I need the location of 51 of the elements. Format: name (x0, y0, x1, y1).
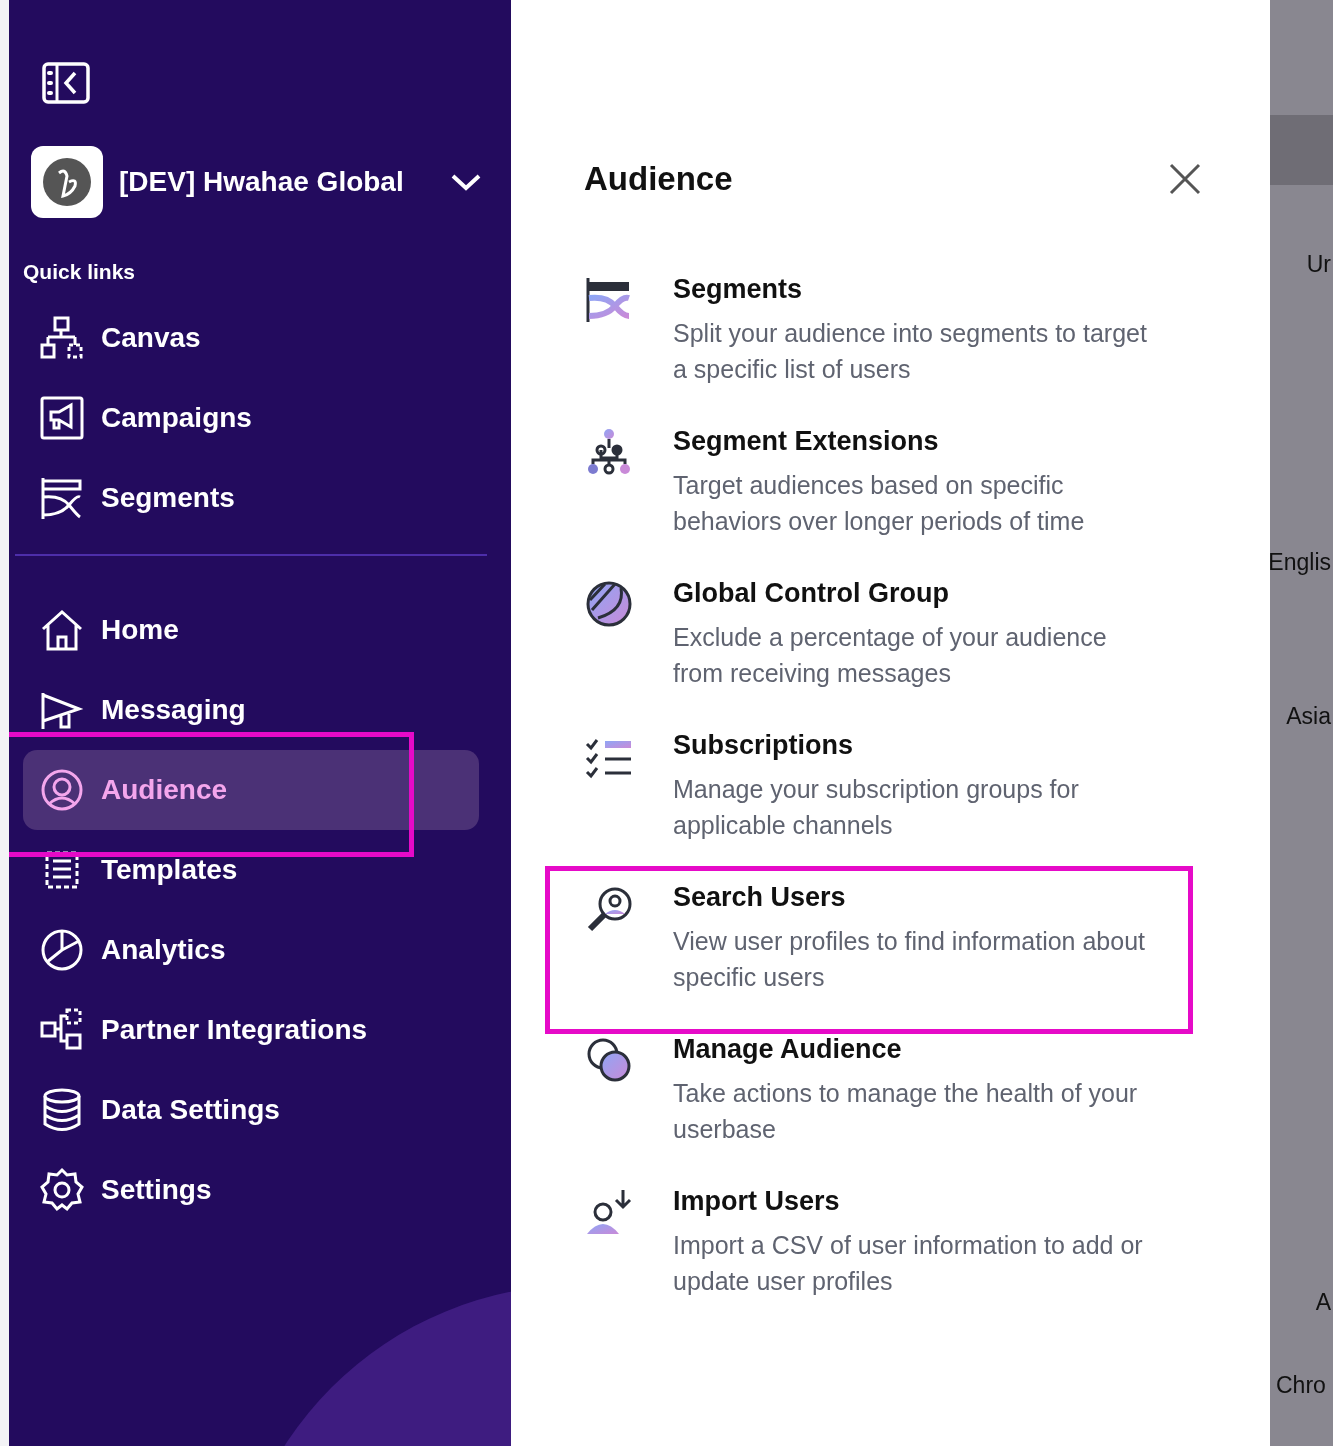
menu-item-description: Take actions to manage the health of your userbase (673, 1078, 1139, 1145)
menu-item-title: Segments (673, 274, 804, 305)
settings-icon (39, 1167, 85, 1213)
nav-item[interactable]: Settings (23, 1150, 479, 1230)
menu-item-description: Exclude a percentage of your audience from receiving messages (673, 622, 1108, 689)
workspace-logo (31, 146, 103, 218)
nav-item[interactable]: Data Settings (23, 1070, 479, 1150)
menu-item-description: Split your audience into segments to target a specific list of users (673, 318, 1148, 385)
page-text: Ur (1306, 250, 1331, 278)
chevron-down-icon[interactable] (449, 172, 482, 192)
quick-link[interactable]: Canvas (23, 298, 479, 378)
menu-item-description: View user profiles to find information about specific users (673, 926, 1147, 993)
page-text: Chro (1276, 1371, 1326, 1399)
quick-link[interactable]: Segments (23, 458, 479, 538)
page-text: Asia (1286, 702, 1331, 730)
menu-item-title: Subscriptions (673, 730, 855, 761)
nav-item[interactable]: Audience (23, 750, 479, 830)
panel-title: Audience (584, 160, 733, 198)
nav-item[interactable]: Messaging (23, 670, 479, 750)
home-icon (39, 607, 85, 653)
puzzle-blocks-icon (39, 1007, 85, 1053)
workspace-name[interactable]: [DEV] Hwahae Global (119, 166, 404, 198)
menu-item-description: Import a CSV of user information to add or update user profiles (673, 1230, 1144, 1297)
menu-item-description: Manage your subscription groups for applicable channels (673, 774, 1080, 841)
page-text: Englis (1270, 548, 1331, 576)
menu-item-title: Manage Audience (673, 1034, 903, 1065)
menu-item[interactable]: Global Control Group Exclude a percentage of your audience from receiving messages (545, 578, 1193, 730)
nav-item[interactable]: Templates (23, 830, 479, 910)
close-icon[interactable] (1168, 162, 1202, 196)
collapse-sidebar-icon[interactable] (42, 62, 90, 104)
user-circle-icon (39, 767, 85, 813)
pie-chart-icon (39, 927, 85, 973)
menu-item-title: Global Control Group (673, 578, 950, 609)
menu-item[interactable]: Segment Extensions Target audiences based on specific behaviors over longer periods of time (545, 426, 1193, 578)
menu-item-title: Import Users (673, 1186, 841, 1217)
menu-item-title: Segment Extensions (673, 426, 940, 457)
menu-item[interactable]: Import Users Import a CSV of user information to add or update user profiles (545, 1186, 1193, 1338)
segments-icon (39, 475, 85, 521)
menu-item[interactable]: Segments Split your audience into segments to target a specific list of users (545, 274, 1193, 426)
menu-item-description: Target audiences based on specific behaviors over longer periods of time (673, 470, 1086, 537)
page-text: A (1315, 1288, 1331, 1316)
nav-item[interactable]: Partner Integrations (23, 990, 479, 1070)
section-heading: Quick links (23, 260, 137, 284)
flowchart-icon (39, 315, 85, 361)
menu-item-title: Search Users (673, 882, 847, 913)
menu-item[interactable]: Manage Audience Take actions to manage the health of your userbase (545, 1034, 1193, 1186)
megaphone-icon (39, 395, 85, 441)
dimmed-header-bar (1270, 115, 1333, 185)
nav-item[interactable]: Home (23, 590, 479, 670)
quick-link[interactable]: Campaigns (23, 378, 479, 458)
nav-item[interactable]: Analytics (23, 910, 479, 990)
